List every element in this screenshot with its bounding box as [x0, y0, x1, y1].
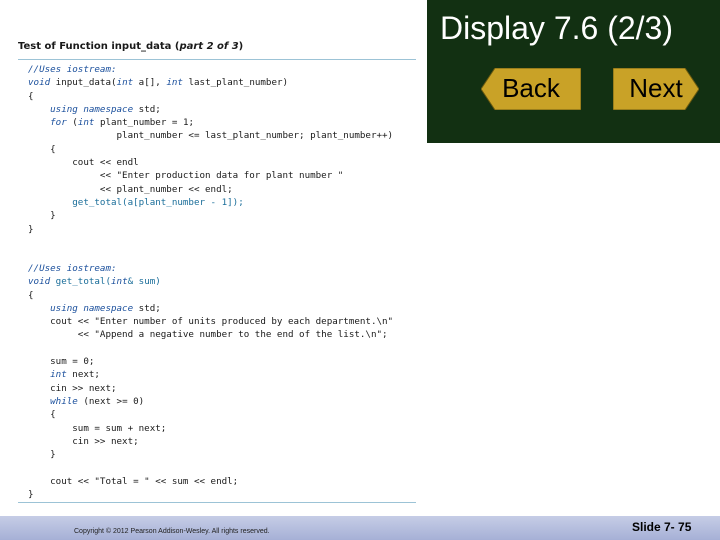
code-token: std;: [133, 103, 161, 115]
code-line: //Uses iostream:: [28, 63, 393, 76]
next-label: Next: [629, 73, 683, 103]
code-line: sum = 0;: [28, 355, 393, 368]
code-token: while: [50, 395, 78, 407]
code-line: cin >> next;: [28, 382, 393, 395]
code-token: cout << endl: [28, 157, 139, 169]
code-token: plant_number = 1;: [94, 117, 195, 129]
code-token: cout << "Enter number of units produced …: [28, 316, 394, 328]
code-line: for (int plant_number = 1;: [28, 116, 393, 129]
display-title-bold: Test of Function input_data (: [18, 41, 180, 52]
code-token: }: [28, 489, 34, 501]
code-token: int: [77, 117, 95, 129]
code-line: using namespace std;: [28, 103, 393, 116]
slide-number: Slide 7- 75: [632, 520, 692, 534]
code-line: void get_total(int& sum): [28, 275, 393, 288]
code-token: sum = sum + next;: [28, 422, 167, 434]
code-token: << "Enter production data for plant numb…: [28, 170, 344, 182]
code-token: int: [50, 369, 67, 381]
code-line: plant_number <= last_plant_number; plant…: [28, 129, 394, 142]
code-token: cin >> next;: [28, 382, 117, 394]
code-line: sum = sum + next;: [28, 422, 393, 435]
code-line: }: [28, 209, 393, 222]
bottom-rule: [18, 502, 416, 503]
code-token: for: [50, 117, 67, 129]
code-token: last_plant_number): [182, 77, 289, 89]
code-line: while (next >= 0): [28, 395, 393, 408]
code-line: cin >> next;: [28, 435, 393, 448]
display-title-end: ): [238, 41, 244, 52]
code-token: cout << "Total = " << sum << endl;: [28, 475, 239, 487]
code-token: int: [116, 77, 134, 89]
code-block-get-total: //Uses iostream: void get_total(int& sum)…: [28, 262, 393, 501]
code-token: {: [28, 289, 34, 301]
code-line: }: [28, 488, 393, 501]
code-line: << "Enter production data for plant numb…: [28, 169, 393, 182]
code-token: }: [28, 449, 56, 461]
code-token: }: [28, 210, 56, 222]
code-token: input_data(: [50, 77, 117, 89]
code-line: void input_data(int a[], int last_plant_…: [28, 76, 393, 89]
code-line: cout << "Enter number of units produced …: [28, 315, 393, 328]
code-token: sum = 0;: [28, 356, 95, 368]
code-line: }: [28, 223, 393, 236]
code-token: using namespace: [50, 302, 134, 314]
code-token: //Uses iostream:: [28, 64, 117, 75]
next-button[interactable]: Next: [613, 68, 699, 110]
code-token: cin >> next;: [28, 435, 139, 447]
display-title: Test of Function input_data (part 2 of 3…: [18, 41, 243, 52]
code-line: using namespace std;: [28, 302, 393, 315]
code-token: (: [66, 117, 78, 129]
code-token: << "Append a negative number to the end …: [28, 329, 388, 341]
code-line: //Uses iostream:: [28, 262, 393, 275]
code-token: {: [28, 90, 34, 102]
code-line: }: [28, 448, 393, 461]
code-token: {: [28, 409, 56, 421]
display-title-italic: part 2 of 3: [179, 41, 239, 52]
code-token: //Uses iostream:: [28, 263, 117, 274]
code-block-input-data: //Uses iostream: void input_data(int a[],…: [28, 63, 393, 236]
code-token: int: [111, 276, 128, 288]
code-token: plant_number <= last_plant_number; plant…: [28, 130, 394, 142]
code-token: void: [28, 276, 51, 288]
code-line: int next;: [28, 368, 393, 381]
code-line: cout << endl: [28, 156, 393, 169]
code-token: using namespace: [50, 103, 134, 115]
code-line: {: [28, 289, 393, 302]
code-token: next;: [66, 369, 100, 381]
back-button[interactable]: Back: [481, 68, 581, 110]
code-token: void: [28, 77, 51, 89]
code-line: << "Append a negative number to the end …: [28, 328, 393, 341]
code-line: {: [28, 90, 393, 103]
code-token: (next >= 0): [77, 395, 145, 407]
code-line: {: [28, 408, 393, 421]
code-line: {: [28, 143, 393, 156]
back-label: Back: [502, 73, 560, 103]
code-token: int: [166, 77, 183, 89]
code-token: a[],: [133, 77, 167, 89]
code-token: }: [28, 223, 34, 235]
code-line: get_total(a[plant_number - 1]);: [28, 196, 393, 209]
code-token: get_total(a[plant_number - 1]);: [28, 196, 244, 208]
code-token: get_total(: [50, 276, 111, 288]
code-token: << plant_number << endl;: [28, 183, 233, 195]
code-token: {: [28, 143, 56, 155]
copyright-text: Copyright © 2012 Pearson Addison-Wesley.…: [74, 528, 270, 535]
code-line: << plant_number << endl;: [28, 183, 393, 196]
code-token: std;: [133, 302, 161, 314]
top-rule: [18, 59, 416, 60]
slide-title: Display 7.6 (2/3): [440, 10, 673, 46]
code-line: cout << "Total = " << sum << endl;: [28, 475, 393, 488]
code-token: & sum): [127, 276, 161, 288]
